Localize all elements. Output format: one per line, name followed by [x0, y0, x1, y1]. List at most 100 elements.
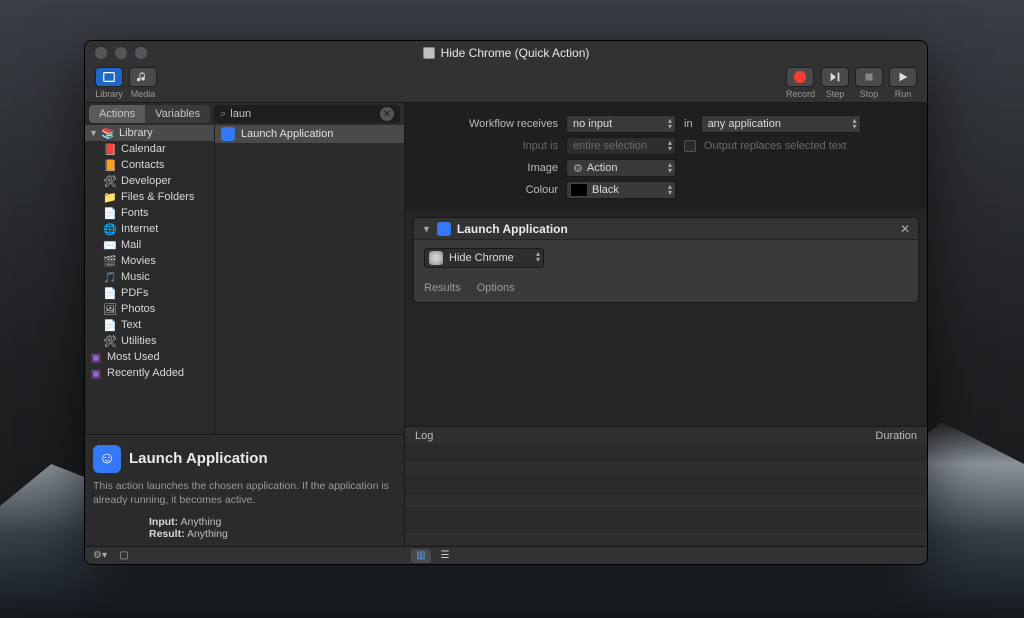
group-recently-added[interactable]: ▣Recently Added: [85, 365, 214, 381]
tab-actions[interactable]: Actions: [89, 105, 145, 123]
in-application-select[interactable]: any application▴▾: [701, 115, 861, 133]
action-results-tab[interactable]: Results: [424, 282, 461, 294]
image-select[interactable]: ⚙Action▴▾: [566, 159, 676, 177]
log-panel: Log Duration: [405, 426, 927, 546]
category-fonts[interactable]: 📄Fonts: [85, 205, 214, 221]
colour-swatch: [570, 183, 588, 197]
calendar-icon: 📕: [103, 142, 117, 156]
group-most-used[interactable]: ▣Most Used: [85, 349, 214, 365]
category-utilities[interactable]: 🛠Utilities: [85, 333, 214, 349]
window-title: Hide Chrome (Quick Action): [85, 46, 927, 60]
category-movies[interactable]: 🎬Movies: [85, 253, 214, 269]
stop-icon: [855, 67, 883, 87]
action-description-panel: ☺ Launch Application This action launche…: [85, 434, 404, 546]
log-rows[interactable]: [405, 444, 927, 546]
library-toggle-button[interactable]: Library: [95, 67, 123, 99]
action-launch-application[interactable]: Launch Application: [215, 125, 404, 143]
finder-icon: ☺: [93, 445, 121, 473]
disclosure-icon[interactable]: ▼: [89, 128, 97, 138]
category-mail[interactable]: ✉️Mail: [85, 237, 214, 253]
library-tab-segment: Actions Variables: [89, 105, 210, 123]
image-label: Image: [423, 162, 558, 174]
duration-column-header: Duration: [875, 430, 917, 442]
workflow-settings: Workflow receives no input▴▾ in any appl…: [405, 103, 927, 209]
category-text[interactable]: 📄Text: [85, 317, 214, 333]
run-button[interactable]: Run: [889, 67, 917, 99]
category-files-folders[interactable]: 📁Files & Folders: [85, 189, 214, 205]
footer-bar: ⚙▾ ▢ ▥ ☰: [85, 546, 927, 564]
category-developer[interactable]: 🛠Developer: [85, 173, 214, 189]
step-button[interactable]: Step: [821, 67, 849, 99]
record-icon: [786, 67, 814, 87]
output-replaces-label: Output replaces selected text: [704, 140, 846, 152]
action-menu-button[interactable]: ⚙▾: [91, 549, 109, 563]
log-column-header: Log: [415, 430, 433, 442]
log-row: [405, 461, 927, 478]
colour-select[interactable]: Black▴▾: [566, 181, 676, 199]
finder-icon: [221, 127, 235, 141]
pdf-icon: 📄: [103, 286, 117, 300]
input-is-select: entire selection▴▾: [566, 137, 676, 155]
log-row: [405, 444, 927, 461]
log-row: [405, 495, 927, 512]
library-tree[interactable]: ▼ 📚 Library 📕Calendar 📙Contacts 🛠Develop…: [85, 125, 215, 434]
disclosure-icon[interactable]: ▼: [422, 224, 431, 234]
description-title: Launch Application: [129, 450, 268, 467]
smart-folder-icon: ▣: [89, 366, 103, 380]
category-internet[interactable]: 🌐Internet: [85, 221, 214, 237]
workflow-receives-label: Workflow receives: [423, 118, 558, 130]
finder-icon: [437, 222, 451, 236]
library-column: Actions Variables ⌕ ✕ ▼ 📚 Library 📕Cal: [85, 103, 405, 546]
library-search: ⌕ ✕: [214, 105, 400, 123]
view-log-button[interactable]: ☰: [435, 549, 455, 563]
developer-icon: 🛠: [103, 174, 117, 188]
movies-icon: 🎬: [103, 254, 117, 268]
workflow-receives-select[interactable]: no input▴▾: [566, 115, 676, 133]
workflow-column: Workflow receives no input▴▾ in any appl…: [405, 103, 927, 546]
remove-action-button[interactable]: ✕: [900, 222, 910, 236]
run-icon: [889, 67, 917, 87]
log-row: [405, 512, 927, 529]
photos-icon: 🖼: [103, 302, 117, 316]
step-icon: [821, 67, 849, 87]
workflow-canvas[interactable]: ▼ Launch Application ✕ Hide Chrome ▴▾: [405, 209, 927, 426]
library-root[interactable]: ▼ 📚 Library: [85, 125, 214, 141]
log-row: [405, 478, 927, 495]
action-results-list[interactable]: Launch Application: [215, 125, 404, 434]
description-result: Result: Anything: [93, 528, 396, 540]
workflow-action-card[interactable]: ▼ Launch Application ✕ Hide Chrome ▴▾: [413, 217, 919, 303]
mail-icon: ✉️: [103, 238, 117, 252]
media-toggle-button[interactable]: Media: [129, 67, 157, 99]
toggle-description-button[interactable]: ▢: [115, 549, 133, 563]
gear-icon: ⚙: [573, 162, 583, 175]
category-music[interactable]: 🎵Music: [85, 269, 214, 285]
category-contacts[interactable]: 📙Contacts: [85, 157, 214, 173]
library-icon: 📚: [101, 126, 115, 140]
category-calendar[interactable]: 📕Calendar: [85, 141, 214, 157]
folder-icon: 📁: [103, 190, 117, 204]
in-label: in: [684, 118, 693, 130]
toolbar: Library Media Record Step Stop: [85, 65, 927, 103]
stop-button[interactable]: Stop: [855, 67, 883, 99]
description-text: This action launches the chosen applicat…: [93, 479, 396, 508]
globe-icon: 🌐: [103, 222, 117, 236]
search-input[interactable]: [230, 108, 376, 120]
library-icon: [95, 67, 123, 87]
titlebar[interactable]: Hide Chrome (Quick Action): [85, 41, 927, 65]
application-select[interactable]: Hide Chrome ▴▾: [424, 248, 544, 268]
record-button[interactable]: Record: [786, 67, 815, 99]
view-workflow-button[interactable]: ▥: [411, 549, 431, 563]
description-input: Input: Anything: [93, 516, 396, 528]
output-replaces-checkbox: [684, 140, 696, 152]
tab-variables[interactable]: Variables: [145, 105, 210, 123]
input-is-label: Input is: [423, 140, 558, 152]
category-photos[interactable]: 🖼Photos: [85, 301, 214, 317]
action-options-tab[interactable]: Options: [477, 282, 515, 294]
search-clear-button[interactable]: ✕: [380, 107, 394, 121]
smart-folder-icon: ▣: [89, 350, 103, 364]
text-icon: 📄: [103, 318, 117, 332]
category-pdfs[interactable]: 📄PDFs: [85, 285, 214, 301]
automator-window: Hide Chrome (Quick Action) Library Media…: [84, 40, 928, 565]
utilities-icon: 🛠: [103, 334, 117, 348]
action-card-title: Launch Application: [457, 222, 894, 236]
